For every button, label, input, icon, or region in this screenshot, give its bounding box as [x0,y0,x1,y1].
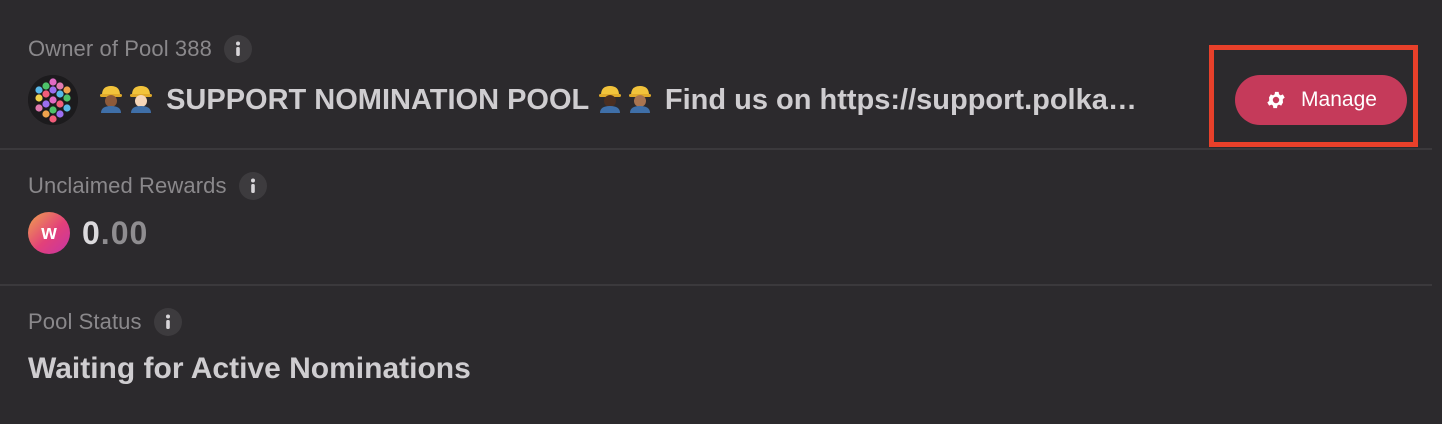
status-label-row: Pool Status [28,306,182,338]
manage-button[interactable]: Manage [1235,75,1407,125]
divider [0,284,1432,286]
info-icon[interactable] [238,172,267,200]
pool-identicon [28,75,78,125]
owner-label: Owner of Pool 388 [28,36,212,61]
rewards-value-row: w 0.00 [28,212,148,254]
pool-overview-panel: Owner of Pool 388 SUPPORT NOMINATION POO… [0,0,1442,424]
token-icon: w [28,212,70,254]
gear-icon [1265,89,1287,111]
info-icon[interactable] [153,308,182,336]
status-label: Pool Status [28,309,142,334]
rewards-label-row: Unclaimed Rewards [28,170,267,202]
construction-worker-emoji [100,86,122,113]
construction-worker-emoji [598,86,621,113]
pool-name-prefix: SUPPORT NOMINATION POOL [166,84,589,116]
construction-worker-emoji [628,86,651,113]
info-icon[interactable] [223,35,252,63]
rewards-value-integer: 0 [82,214,101,251]
divider [0,148,1432,150]
pool-name: SUPPORT NOMINATION POOL Find us on https… [98,83,1203,117]
owner-value-row: SUPPORT NOMINATION POOL Find us on https… [28,75,1203,125]
rewards-label: Unclaimed Rewards [28,173,227,198]
manage-label: Manage [1301,88,1377,111]
owner-label-row: Owner of Pool 388 [28,33,252,65]
rewards-value: 0.00 [82,215,148,252]
rewards-value-decimals: .00 [100,214,149,251]
construction-worker-emoji [130,86,152,113]
pool-name-suffix: Find us on https://support.polka… [664,84,1137,116]
pool-status-value: Waiting for Active Nominations [28,352,471,385]
